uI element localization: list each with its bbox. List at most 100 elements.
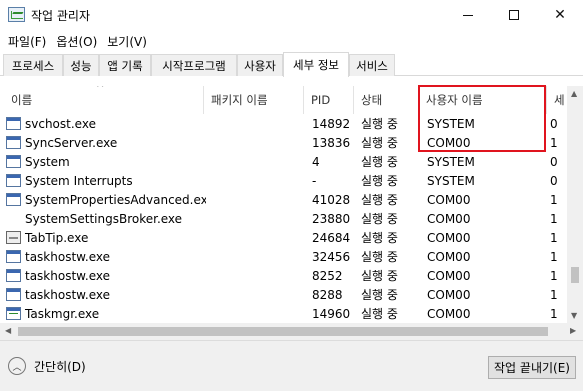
column-header-package[interactable]: 패키지 이름	[204, 86, 304, 114]
menu-view[interactable]: 보기(V)	[102, 33, 152, 50]
status-cell: 실행 중	[361, 174, 398, 188]
user-name-cell: COM00	[427, 211, 471, 226]
window-icon	[6, 269, 21, 282]
scroll-left-icon[interactable]: ◀	[5, 326, 11, 335]
pid-cell: 41028	[312, 192, 351, 207]
process-name-cell: TabTip.exe	[6, 228, 206, 247]
tab-users[interactable]: 사용자	[237, 54, 283, 76]
process-name: System Interrupts	[25, 173, 133, 188]
table-row[interactable]: taskhostw.exe 8252 실행 중 COM00 1	[4, 266, 567, 285]
description-cell: 1	[550, 230, 558, 245]
gear-icon	[6, 212, 21, 225]
user-name-cell: SYSTEM	[427, 116, 475, 131]
process-name-cell: taskhostw.exe	[6, 247, 206, 266]
tab-startup[interactable]: 시작프로그램	[151, 54, 237, 76]
process-name-cell: System Interrupts	[6, 171, 206, 190]
pid-cell: 13836	[312, 135, 351, 150]
table-row[interactable]: System 4 실행 중 SYSTEM 0	[4, 152, 567, 171]
column-header-pid[interactable]: PID	[304, 86, 354, 114]
window-icon	[6, 174, 21, 187]
horizontal-scroll-thumb[interactable]	[18, 327, 548, 336]
process-name-cell: SystemPropertiesAdvanced.exe	[6, 190, 206, 209]
status-cell: 실행 중	[361, 155, 398, 169]
pid-cell: -	[312, 173, 317, 188]
user-name-cell: COM00	[427, 135, 471, 150]
process-name-cell: SyncServer.exe	[6, 133, 206, 152]
process-name-cell: svchost.exe	[6, 114, 206, 133]
status-cell: 실행 중	[361, 269, 398, 283]
description-cell: 1	[550, 211, 558, 226]
maximize-button[interactable]	[491, 0, 537, 30]
table-row[interactable]: SyncServer.exe 13836 실행 중 COM00 1	[4, 133, 567, 152]
description-cell: 1	[550, 135, 558, 150]
description-cell: 0	[550, 173, 558, 188]
description-cell: 1	[550, 249, 558, 264]
table-row[interactable]: Taskmgr.exe 14960 실행 중 COM00 1	[4, 304, 567, 323]
status-cell: 실행 중	[361, 136, 398, 150]
tab-bar: 프로세스 성능 앱 기록 시작프로그램 사용자 세부 정보 서비스	[0, 52, 583, 77]
table-row[interactable]: SystemSettingsBroker.exe 23880 실행 중 COM00 1	[4, 209, 567, 228]
window-icon	[6, 288, 21, 301]
vertical-scroll-thumb[interactable]	[571, 267, 579, 283]
task-manager-icon	[8, 7, 25, 22]
fewer-details-label: 간단히(D)	[34, 359, 86, 374]
details-table: ^ 이름 패키지 이름 PID 상태 사용자 이름 세 svchost.exe 1…	[4, 86, 567, 323]
column-header-description[interactable]: 세	[547, 86, 567, 114]
table-row[interactable]: taskhostw.exe 8288 실행 중 COM00 1	[4, 285, 567, 304]
vertical-scrollbar[interactable]: ▲ ▼	[567, 86, 583, 323]
tab-details[interactable]: 세부 정보	[283, 52, 349, 77]
table-row[interactable]: TabTip.exe 24684 실행 중 COM00 1	[4, 228, 567, 247]
chevron-up-icon: ︿	[8, 357, 26, 375]
description-cell: 1	[550, 192, 558, 207]
window-icon	[6, 250, 21, 263]
description-cell: 0	[550, 154, 558, 169]
footer: ︿ 간단히(D) 작업 끝내기(E)	[0, 340, 583, 391]
process-name-cell: SystemSettingsBroker.exe	[6, 209, 206, 228]
tab-performance[interactable]: 성능	[63, 54, 99, 76]
tab-services[interactable]: 서비스	[349, 54, 395, 76]
process-name: taskhostw.exe	[25, 287, 110, 302]
process-name: taskhostw.exe	[25, 249, 110, 264]
table-row[interactable]: svchost.exe 14892 실행 중 SYSTEM 0	[4, 114, 567, 133]
minimize-button[interactable]	[445, 0, 491, 30]
table-row[interactable]: System Interrupts - 실행 중 SYSTEM 0	[4, 171, 567, 190]
description-cell: 1	[550, 268, 558, 283]
process-name: SyncServer.exe	[25, 135, 118, 150]
system-properties-icon	[6, 193, 21, 206]
end-task-button[interactable]: 작업 끝내기(E)	[488, 356, 576, 379]
user-name-cell: COM00	[427, 268, 471, 283]
tab-processes[interactable]: 프로세스	[3, 54, 63, 76]
column-header-status[interactable]: 상태	[354, 86, 419, 114]
menu-options[interactable]: 옵션(O)	[51, 33, 102, 50]
status-cell: 실행 중	[361, 193, 398, 207]
column-header-name[interactable]: ^ 이름	[4, 86, 204, 114]
scroll-up-icon[interactable]: ▲	[571, 89, 577, 98]
status-cell: 실행 중	[361, 288, 398, 302]
pid-cell: 14892	[312, 116, 351, 131]
menu-file[interactable]: 파일(F)	[3, 33, 51, 50]
user-name-cell: COM00	[427, 192, 471, 207]
pid-cell: 32456	[312, 249, 351, 264]
tab-app-history[interactable]: 앱 기록	[99, 54, 151, 76]
window-icon	[6, 155, 21, 168]
pid-cell: 4	[312, 154, 320, 169]
minimize-icon	[463, 14, 473, 16]
user-name-cell: COM00	[427, 230, 471, 245]
description-cell: 0	[550, 116, 558, 131]
table-row[interactable]: SystemPropertiesAdvanced.exe 41028 실행 중 COM…	[4, 190, 567, 209]
table-row[interactable]: taskhostw.exe 32456 실행 중 COM00 1	[4, 247, 567, 266]
fewer-details-button[interactable]: ︿ 간단히(D)	[8, 357, 86, 375]
pid-cell: 8288	[312, 287, 343, 302]
user-name-cell: COM00	[427, 306, 471, 321]
scroll-down-icon[interactable]: ▼	[571, 311, 577, 320]
user-name-cell: SYSTEM	[427, 154, 475, 169]
status-cell: 실행 중	[361, 117, 398, 131]
horizontal-scrollbar[interactable]: ◀ ▶	[0, 323, 583, 340]
pid-cell: 24684	[312, 230, 351, 245]
scroll-right-icon[interactable]: ▶	[570, 326, 576, 335]
column-header-user[interactable]: 사용자 이름	[419, 86, 547, 114]
close-button[interactable]: ✕	[537, 0, 583, 30]
process-name: TabTip.exe	[25, 230, 89, 245]
process-name-cell: System	[6, 152, 206, 171]
pid-cell: 8252	[312, 268, 343, 283]
